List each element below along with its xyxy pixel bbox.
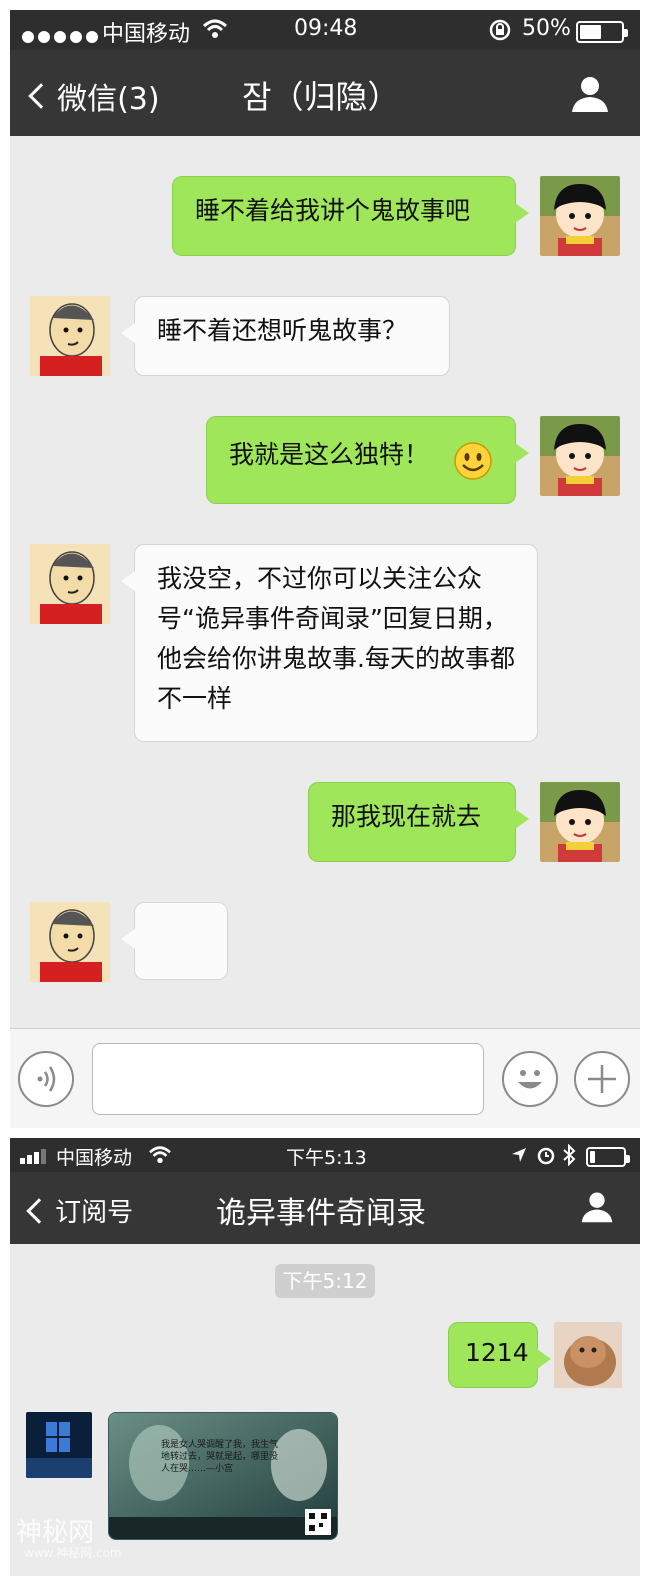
voice-button[interactable] xyxy=(18,1051,74,1107)
back-label: 订阅号 xyxy=(55,1198,134,1228)
emoji-icon xyxy=(518,1070,542,1089)
avatar-me[interactable] xyxy=(540,176,620,256)
carrier-label: 中国移动 xyxy=(56,1147,133,1169)
battery-percent: 50% xyxy=(522,16,571,41)
battery-icon xyxy=(586,1146,630,1167)
chevron-left-icon xyxy=(28,83,54,109)
back-button[interactable]: 微信(3) xyxy=(28,74,160,118)
status-bar: 中国移动 下午5:13 xyxy=(10,1138,640,1172)
plus-icon xyxy=(588,1065,616,1093)
message-timestamp: 下午5:12 xyxy=(275,1264,375,1298)
wifi-icon xyxy=(149,1146,171,1164)
status-bar: 中国移动 09:48 50% xyxy=(10,10,640,50)
profile-icon[interactable] xyxy=(580,1190,614,1224)
message-bubble-sent[interactable]: 1214 xyxy=(448,1322,551,1388)
message-bubble-received[interactable]: 我没空，不过你可以关注公众号“诡异事件奇闻录”回复日期，他会给你讲鬼故事.每天的… xyxy=(121,544,538,742)
avatar-me[interactable] xyxy=(540,416,620,496)
message-text: 睡不着还想听鬼故事？ xyxy=(157,316,408,345)
message-input[interactable] xyxy=(92,1043,484,1115)
message-bubble-sent[interactable]: 我就是这么独特！ xyxy=(206,416,529,504)
avatar-me[interactable] xyxy=(554,1322,622,1388)
back-label: 微信(3) xyxy=(57,82,160,117)
nav-bar: 微信(3) 잠（归隐） xyxy=(10,50,640,136)
more-button[interactable] xyxy=(574,1051,630,1107)
battery-icon xyxy=(576,21,628,43)
signal-icon xyxy=(22,24,102,49)
message-text: 我就是这么独特！ xyxy=(229,440,430,469)
wifi-icon xyxy=(202,19,228,38)
message-bubble-sent[interactable]: 睡不着给我讲个鬼故事吧 xyxy=(172,176,529,256)
message-text: 1214 xyxy=(465,1338,529,1367)
image-message[interactable]: 我是女人哭调醒了我，我生气地转过去，哭就是起，哪里没人在哭……—小宫 xyxy=(108,1412,338,1540)
page-title: 잠（归隐） xyxy=(242,78,400,116)
avatar-official-account[interactable] xyxy=(26,1412,92,1478)
image-caption: 我是女人哭调醒了我，我生气地转过去，哭就是起，哪里没人在哭……—小宫 xyxy=(161,1440,279,1474)
carrier-label: 中国移动 xyxy=(102,22,191,47)
emoji-button[interactable] xyxy=(502,1051,558,1107)
message-text: 那我现在就去 xyxy=(331,802,482,831)
chevron-left-icon xyxy=(26,1197,52,1224)
location-icon xyxy=(512,1148,526,1162)
message-bubble-received[interactable] xyxy=(121,902,228,980)
message-bubble-sent[interactable]: 那我现在就去 xyxy=(308,782,529,862)
avatar-friend[interactable] xyxy=(30,544,110,624)
voice-icon xyxy=(37,1066,56,1092)
chat-screen-2: 中国移动 下午5:13 订阅号 诡异事件奇闻录 下午5:12 1214 我是女人… xyxy=(10,1138,640,1576)
profile-icon[interactable] xyxy=(570,74,610,114)
clock: 09:48 xyxy=(294,16,358,41)
avatar-friend[interactable] xyxy=(30,296,110,376)
clock: 下午5:13 xyxy=(286,1147,367,1169)
input-bar xyxy=(10,1028,640,1128)
page-title: 诡异事件奇闻录 xyxy=(216,1196,426,1231)
avatar-friend[interactable] xyxy=(30,902,110,982)
bluetooth-icon xyxy=(563,1144,576,1166)
ghost-story-image xyxy=(109,1413,337,1539)
smiley-emoji-icon xyxy=(454,442,492,480)
message-bubble-received[interactable]: 睡不着还想听鬼故事？ xyxy=(121,296,450,376)
message-text: 我没空，不过你可以关注公众号“诡异事件奇闻录”回复日期，他会给你讲鬼故事.每天的… xyxy=(157,564,515,713)
chat-screen-1: 中国移动 09:48 50% 微信(3) 잠（归隐） 睡不着给我讲个鬼故事吧 睡… xyxy=(10,10,640,1128)
signal-bars-icon xyxy=(20,1149,46,1164)
watermark-url: www.神秘网.com xyxy=(24,1546,122,1560)
nav-bar: 订阅号 诡异事件奇闻录 xyxy=(10,1172,640,1244)
back-button[interactable]: 订阅号 xyxy=(26,1192,134,1229)
avatar-me[interactable] xyxy=(540,782,620,862)
message-text: 睡不着给我讲个鬼故事吧 xyxy=(195,196,471,225)
rotation-lock-icon xyxy=(489,19,511,41)
alarm-icon xyxy=(537,1147,555,1165)
